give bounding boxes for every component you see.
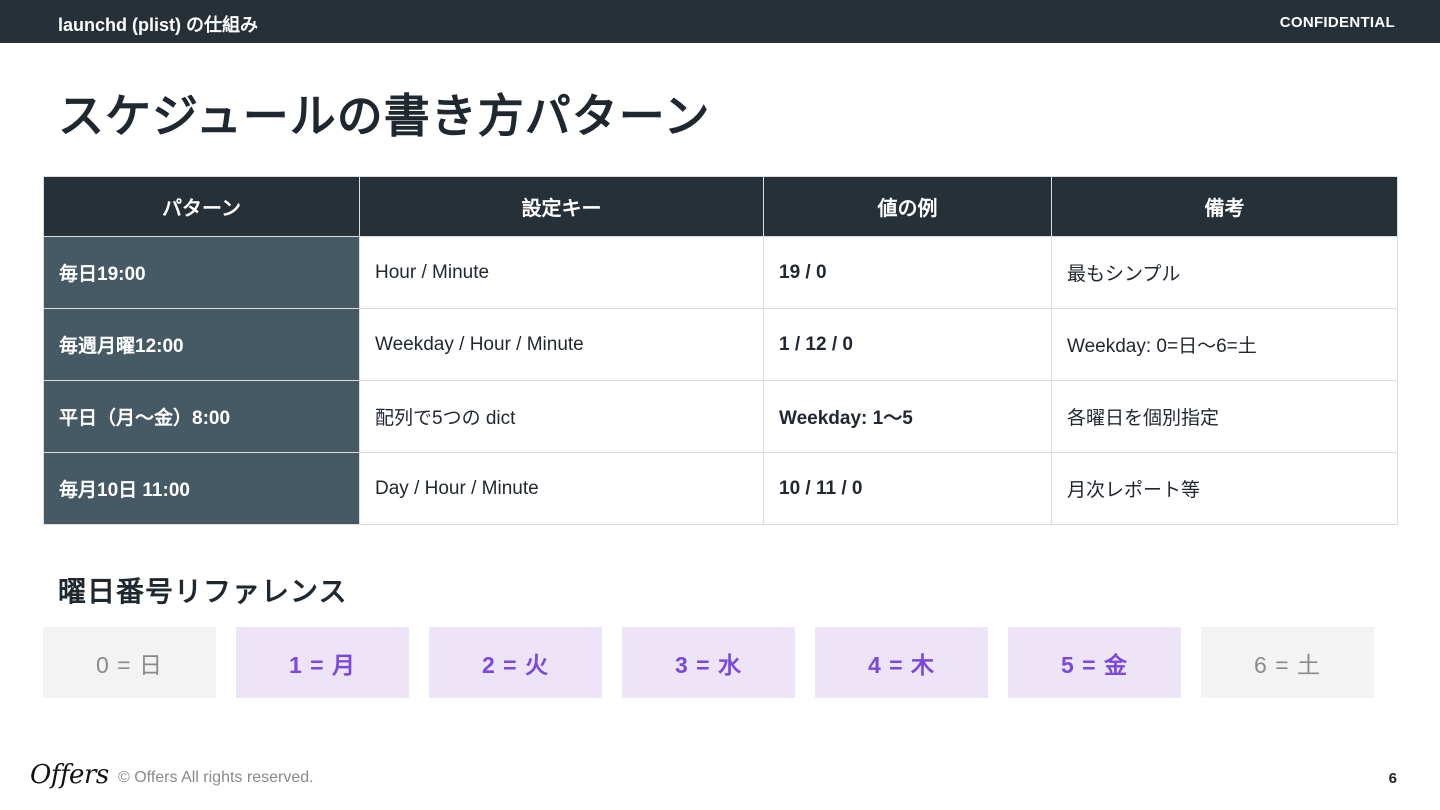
table-row: 毎日19:00 Hour / Minute 19 / 0 最もシンプル <box>43 236 1398 309</box>
column-header-example-value: 値の例 <box>763 176 1052 237</box>
pattern-cell: 毎日19:00 <box>43 236 360 309</box>
example-value-cell: 10 / 11 / 0 <box>763 452 1052 525</box>
setting-key-cell: Hour / Minute <box>359 236 764 309</box>
page-title: スケジュールの書き方パターン <box>58 90 711 142</box>
weekday-chip-tuesday: 2 = 火 <box>429 627 602 698</box>
example-value-cell: 1 / 12 / 0 <box>763 308 1052 381</box>
weekday-chip-wednesday: 3 = 水 <box>622 627 795 698</box>
top-bar: launchd (plist) の仕組み CONFIDENTIAL <box>0 0 1440 43</box>
notes-cell: 各曜日を個別指定 <box>1051 380 1398 453</box>
weekday-chip-sunday: 0 = 日 <box>43 627 216 698</box>
pattern-cell: 毎月10日 11:00 <box>43 452 360 525</box>
table-row: 平日（月〜金）8:00 配列で5つの dict Weekday: 1〜5 各曜日… <box>43 380 1398 453</box>
example-value-cell: 19 / 0 <box>763 236 1052 309</box>
column-header-setting-key: 設定キー <box>359 176 764 237</box>
notes-cell: 最もシンプル <box>1051 236 1398 309</box>
column-header-notes: 備考 <box>1051 176 1398 237</box>
weekday-chip-saturday: 6 = 土 <box>1201 627 1374 698</box>
pattern-cell: 毎週月曜12:00 <box>43 308 360 381</box>
notes-cell: 月次レポート等 <box>1051 452 1398 525</box>
copyright-text: © Offers All rights reserved. <box>118 769 314 786</box>
notes-cell: Weekday: 0=日〜6=土 <box>1051 308 1398 381</box>
table-row: 毎月10日 11:00 Day / Hour / Minute 10 / 11 … <box>43 452 1398 525</box>
column-header-pattern: パターン <box>43 176 360 237</box>
weekday-chip-thursday: 4 = 木 <box>815 627 988 698</box>
setting-key-cell: Weekday / Hour / Minute <box>359 308 764 381</box>
page-number: 6 <box>1388 770 1397 787</box>
section-title: launchd (plist) の仕組み <box>58 15 258 35</box>
pattern-cell: 平日（月〜金）8:00 <box>43 380 360 453</box>
offers-logo: Offers <box>30 760 109 790</box>
weekday-reference-title: 曜日番号リファレンス <box>58 576 348 607</box>
table-row: 毎週月曜12:00 Weekday / Hour / Minute 1 / 12… <box>43 308 1398 381</box>
confidential-label: CONFIDENTIAL <box>1279 14 1395 31</box>
weekday-chip-friday: 5 = 金 <box>1008 627 1181 698</box>
weekday-chip-monday: 1 = 月 <box>236 627 409 698</box>
table-header-row: パターン 設定キー 値の例 備考 <box>43 176 1398 237</box>
setting-key-cell: 配列で5つの dict <box>359 380 764 453</box>
example-value-cell: Weekday: 1〜5 <box>763 380 1052 453</box>
schedule-pattern-table: パターン 設定キー 値の例 備考 毎日19:00 Hour / Minute 1… <box>43 176 1398 525</box>
setting-key-cell: Day / Hour / Minute <box>359 452 764 525</box>
